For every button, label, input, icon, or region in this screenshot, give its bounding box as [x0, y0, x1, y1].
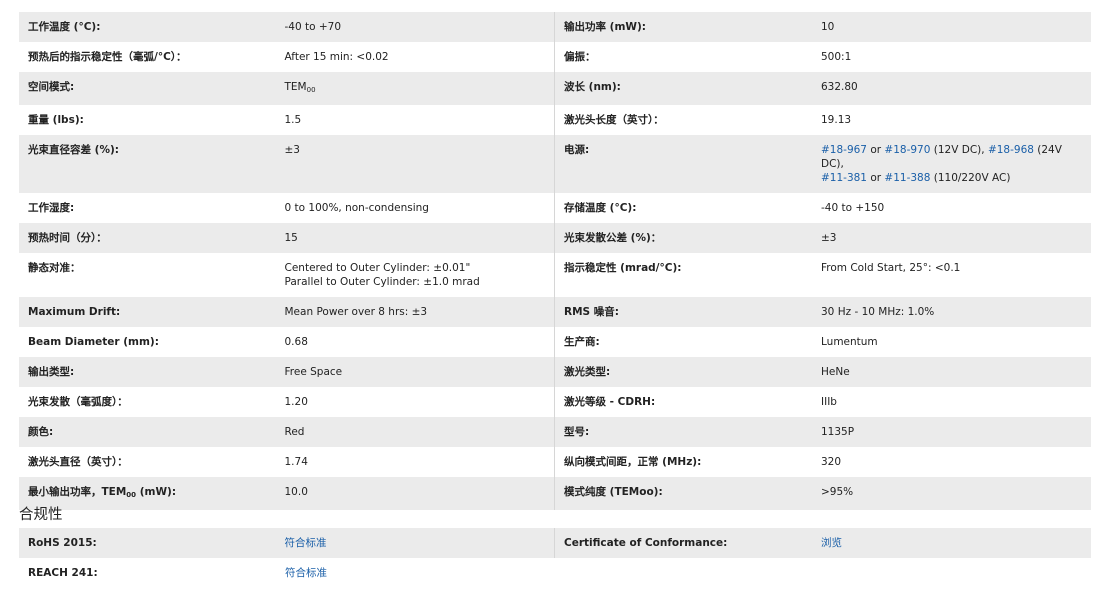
- spec-label: 激光头直径（英寸）：: [28, 456, 128, 468]
- power-supply-value: #18-967 or #18-970 (12V DC), #18-968 (24…: [821, 144, 1062, 184]
- spec-value: 1.5: [284, 114, 302, 126]
- spec-label: 预热时间（分）：: [28, 232, 107, 244]
- compliance-row: REACH 241: 符合标准: [19, 558, 1091, 588]
- compliance-table: RoHS 2015: 符合标准 Certificate of Conforman…: [19, 528, 1091, 588]
- spec-label: 模式纯度 (TEMoo):: [564, 486, 663, 498]
- spec-label: 偏振：: [564, 51, 596, 63]
- tem-subscript: 00: [126, 491, 137, 499]
- compliance-heading: 合规性: [19, 507, 63, 523]
- spec-value: 10.0: [284, 486, 308, 498]
- power-supply-link-18-968[interactable]: #18-968: [988, 144, 1034, 156]
- compliance-row: RoHS 2015: 符合标准 Certificate of Conforman…: [19, 528, 1091, 558]
- spec-row: 工作温度 (°C): -40 to +70 输出功率 (mW): 10: [19, 12, 1091, 42]
- spec-label: 光束发散（毫弧度）：: [28, 396, 128, 408]
- spec-value: -40 to +70: [284, 21, 342, 33]
- spec-label: 空间模式:: [28, 81, 75, 93]
- spec-value: From Cold Start, 25°: <0.1: [821, 262, 961, 274]
- spec-label: 存储温度 (°C):: [564, 202, 637, 214]
- spec-row: Beam Diameter (mm): 0.68 生产商: Lumentum: [19, 327, 1091, 357]
- spec-value: 1.20: [284, 396, 308, 408]
- reach-compliant-link[interactable]: 符合标准: [285, 567, 327, 579]
- spec-value: 30 Hz - 10 MHz: 1.0%: [821, 306, 935, 318]
- spec-value: ±3: [284, 144, 300, 156]
- power-supply-link-18-970[interactable]: #18-970: [884, 144, 930, 156]
- spec-label: 激光等级 - CDRH:: [564, 396, 656, 408]
- power-supply-link-11-381[interactable]: #11-381: [821, 172, 867, 184]
- spec-row: 颜色: Red 型号: 1135P: [19, 417, 1091, 447]
- alignment-line-1: Centered to Outer Cylinder: ±0.01": [284, 262, 471, 274]
- spec-value: After 15 min: <0.02: [284, 51, 389, 63]
- spec-label: 颜色:: [28, 426, 54, 438]
- spec-value: 0 to 100%, non-condensing: [284, 202, 429, 214]
- spec-label: 纵向模式间距，正常 (MHz):: [564, 456, 702, 468]
- spec-value: 1.74: [284, 456, 308, 468]
- spec-label: 最小输出功率，TEM00 (mW):: [28, 486, 177, 499]
- spec-row: 静态对准： Centered to Outer Cylinder: ±0.01"…: [19, 253, 1091, 297]
- spec-label: 工作湿度:: [28, 202, 75, 214]
- spec-value: 632.80: [821, 81, 858, 93]
- spec-label: 波长 (nm):: [564, 81, 621, 93]
- spec-row: 重量 (lbs): 1.5 激光头长度（英寸）： 19.13: [19, 105, 1091, 135]
- spec-label: 型号:: [564, 426, 590, 438]
- power-supply-link-11-388[interactable]: #11-388: [884, 172, 930, 184]
- spec-label: 电源:: [564, 144, 590, 156]
- spec-row: 输出类型: Free Space 激光类型: HeNe: [19, 357, 1091, 387]
- spec-value: 0.68: [284, 336, 308, 348]
- spec-row: 光束直径容差 (%): ±3 电源: #18-967 or #18-970 (1…: [19, 135, 1091, 193]
- spec-row: 最小输出功率，TEM00 (mW): 10.0 模式纯度 (TEMoo): >9…: [19, 477, 1091, 510]
- spec-label: 重量 (lbs):: [28, 114, 84, 126]
- spec-label: 激光类型:: [564, 366, 611, 378]
- spec-value: 15: [284, 232, 298, 244]
- spec-label: RMS 噪音:: [564, 306, 619, 318]
- alignment-line-2: Parallel to Outer Cylinder: ±1.0 mrad: [284, 276, 480, 288]
- spec-row: 光束发散（毫弧度）： 1.20 激光等级 - CDRH: IIIb: [19, 387, 1091, 417]
- spec-label: 输出功率 (mW):: [564, 21, 646, 33]
- spec-row: 预热时间（分）： 15 光束发散公差 (%)： ±3: [19, 223, 1091, 253]
- spec-value: 19.13: [821, 114, 852, 126]
- compliance-label: Certificate of Conformance:: [564, 537, 728, 549]
- spec-label: 预热后的指示稳定性（毫弧/°C）：: [28, 51, 187, 63]
- spec-label: Beam Diameter (mm):: [28, 336, 159, 348]
- spec-label: 工作温度 (°C):: [28, 21, 101, 33]
- spec-value: 1135P: [821, 426, 855, 438]
- spec-value: ±3: [821, 232, 837, 244]
- spec-label: 激光头长度（英寸）：: [564, 114, 664, 126]
- spec-label: 指示稳定性 (mrad/°C):: [564, 262, 682, 274]
- spec-label: 生产商:: [564, 336, 600, 348]
- spec-label: 光束直径容差 (%):: [28, 144, 119, 156]
- spatial-mode-text: TEM: [284, 81, 307, 93]
- spec-label: 光束发散公差 (%)：: [564, 232, 662, 244]
- spec-value: 500:1: [821, 51, 852, 63]
- spec-value: Mean Power over 8 hrs: ±3: [284, 306, 428, 318]
- spec-value: Lumentum: [821, 336, 878, 348]
- spec-value: Free Space: [284, 366, 343, 378]
- spec-row: 激光头直径（英寸）： 1.74 纵向模式间距，正常 (MHz): 320: [19, 447, 1091, 477]
- spec-value: Red: [284, 426, 305, 438]
- certificate-view-link[interactable]: 浏览: [821, 537, 842, 549]
- specifications-table: 工作温度 (°C): -40 to +70 输出功率 (mW): 10 预热后的…: [19, 12, 1091, 510]
- spec-row: 工作湿度: 0 to 100%, non-condensing 存储温度 (°C…: [19, 193, 1091, 223]
- spec-value: IIIb: [821, 396, 837, 408]
- spec-value: Centered to Outer Cylinder: ±0.01" Paral…: [285, 261, 555, 289]
- power-supply-link-18-967[interactable]: #18-967: [821, 144, 867, 156]
- spec-label: 静态对准：: [28, 262, 81, 274]
- spec-value: -40 to +150: [821, 202, 885, 214]
- spec-row: Maximum Drift: Mean Power over 8 hrs: ±3…: [19, 297, 1091, 327]
- rohs-compliant-link[interactable]: 符合标准: [285, 537, 327, 549]
- spec-value: >95%: [821, 486, 854, 498]
- spec-label: 输出类型:: [28, 366, 75, 378]
- spec-value: HeNe: [821, 366, 850, 378]
- spec-label: Maximum Drift:: [28, 306, 121, 318]
- compliance-label: REACH 241:: [28, 567, 98, 579]
- spec-row: 空间模式: TEM00 波长 (nm): 632.80: [19, 72, 1091, 105]
- spec-row: 预热后的指示稳定性（毫弧/°C）： After 15 min: <0.02 偏振…: [19, 42, 1091, 72]
- spec-value: 320: [821, 456, 842, 468]
- spatial-mode-subscript: 00: [306, 86, 316, 94]
- spec-value: 10: [821, 21, 835, 33]
- compliance-label: RoHS 2015:: [28, 537, 97, 549]
- spec-value: TEM00: [285, 80, 555, 97]
